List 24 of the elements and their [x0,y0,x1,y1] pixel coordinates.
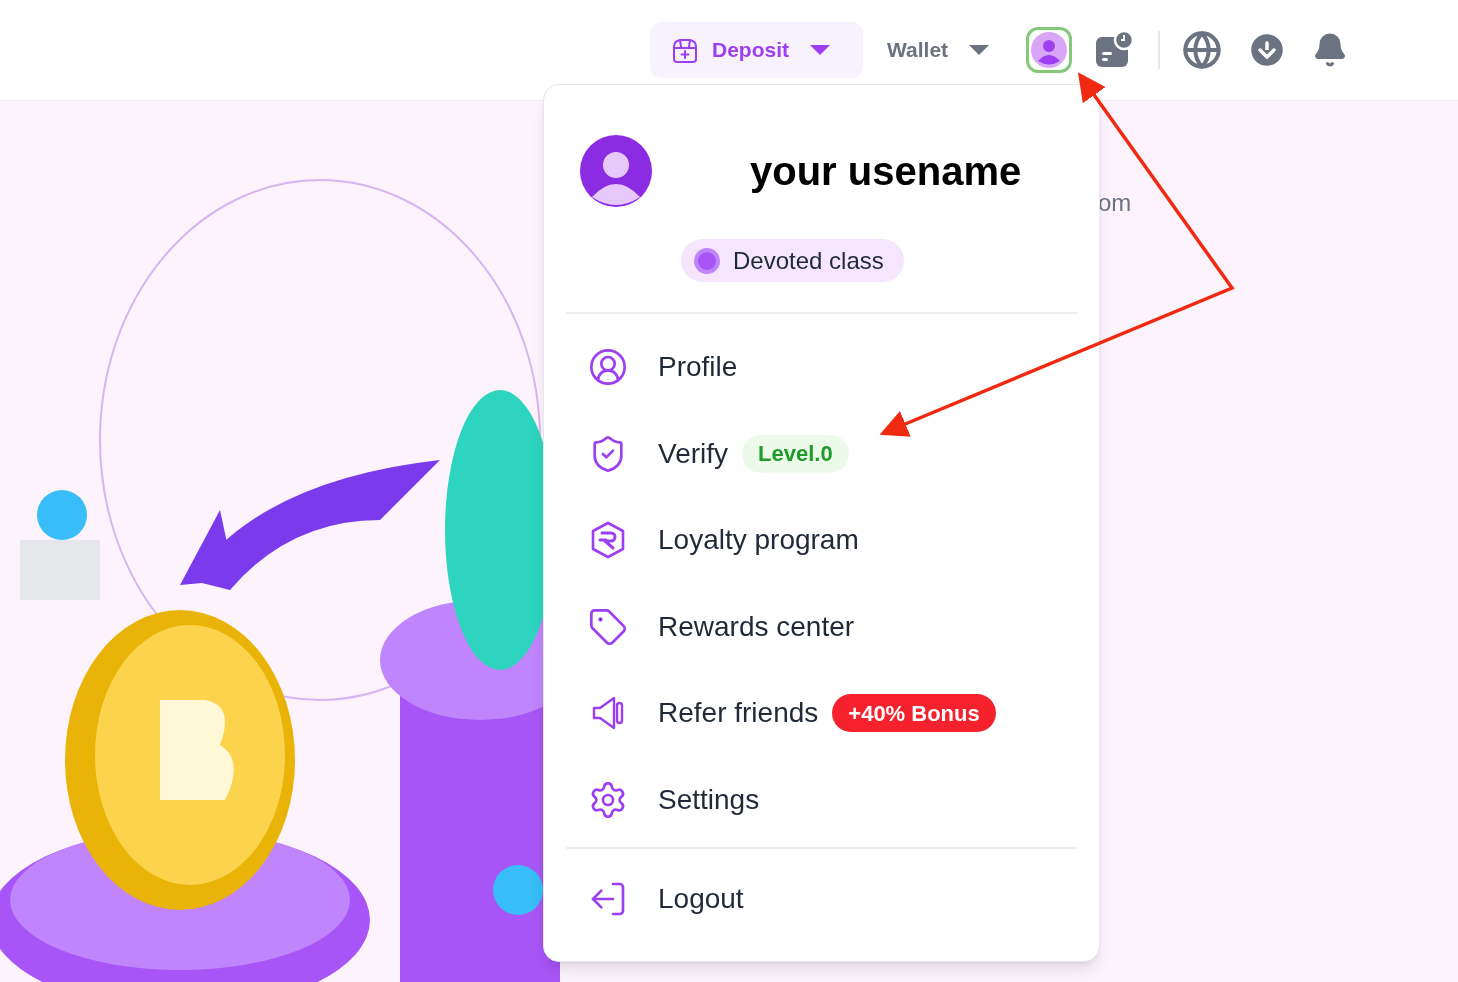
bonus-badge: +40% Bonus [832,694,996,733]
class-badge: Devoted class [681,239,904,282]
calendar-card-icon[interactable] [1094,30,1135,70]
level-badge: Level.0 [742,434,849,473]
wallet-button[interactable]: Wallet [887,34,991,66]
menu-item[interactable]: Loyalty program [566,497,1077,584]
avatar-icon [580,135,652,207]
menu-item[interactable]: Settings [566,756,1077,843]
menu-item[interactable]: Verify Level.0 [566,410,1077,497]
deposit-button[interactable]: Deposit [650,22,863,78]
user-icon [588,347,628,388]
globe-icon[interactable] [1182,30,1223,70]
avatar-icon [1031,32,1068,68]
menu-item[interactable]: Rewards center [566,583,1077,670]
caret-icon [809,43,831,57]
tag-icon [588,606,628,647]
menu-item[interactable]: Refer friends +40% Bonus [566,670,1077,757]
avatar-button[interactable] [1026,27,1073,73]
hero-text: om [1098,188,1132,218]
menu-item[interactable]: Profile [566,324,1077,411]
username: your usename [750,148,1022,195]
caret-icon [968,43,991,57]
coin-icon [693,246,721,275]
logout-item[interactable]: Logout [566,849,1077,949]
